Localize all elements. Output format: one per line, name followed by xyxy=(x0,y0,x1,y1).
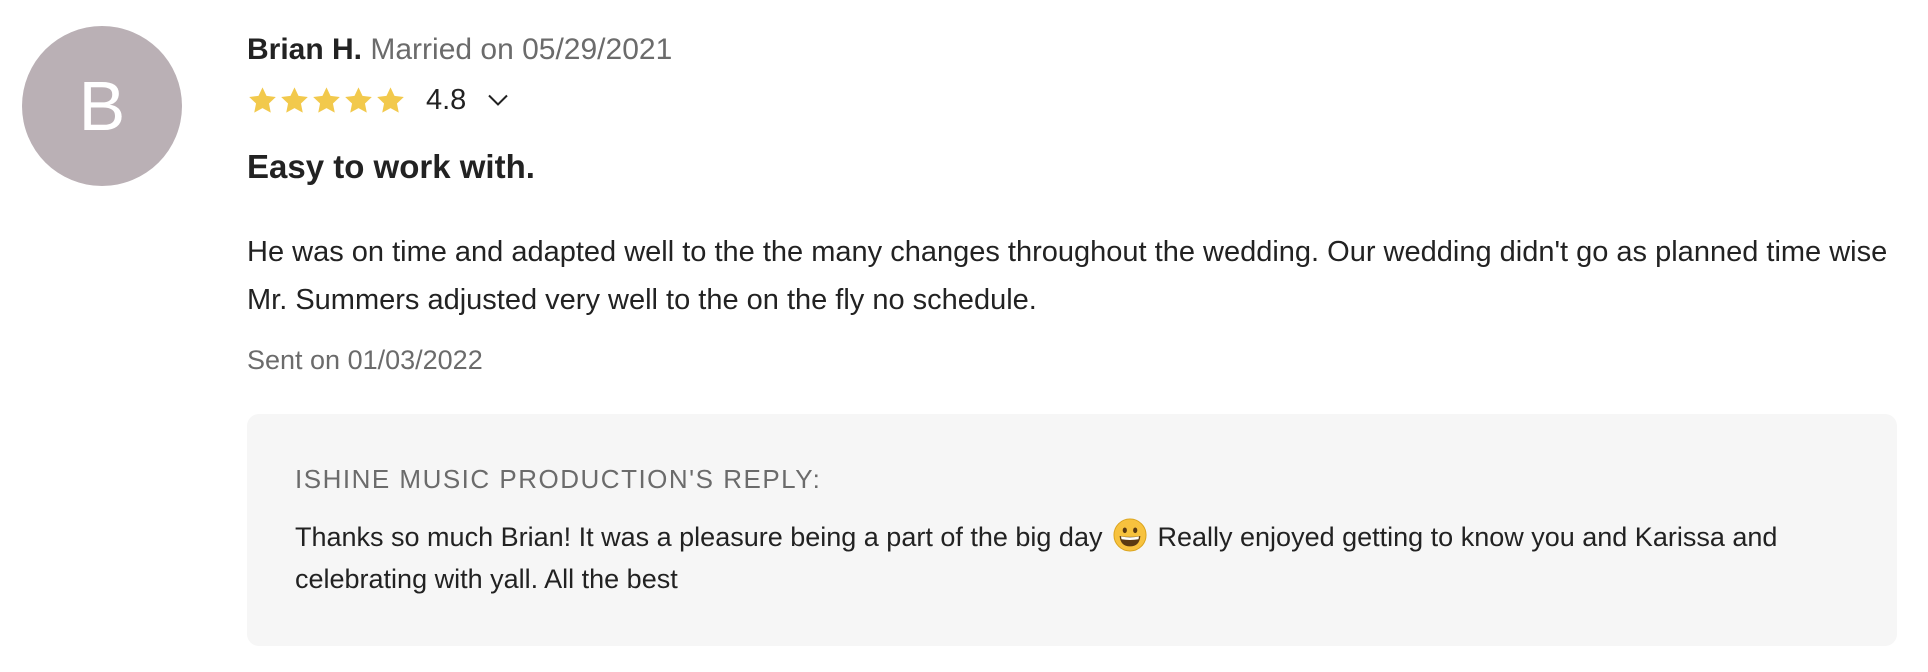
star-icon xyxy=(281,86,308,113)
star-icon xyxy=(313,86,340,113)
review-header: Brian H. Married on 05/29/2021 xyxy=(247,32,672,68)
sent-date: Sent on 01/03/2022 xyxy=(247,345,483,375)
reviewer-name: Brian H. xyxy=(247,33,363,66)
review-body: He was on time and adapted well to the t… xyxy=(247,236,1888,316)
star-rating xyxy=(247,85,407,116)
review-title: Easy to work with. xyxy=(247,148,535,185)
rating-row: 4.8 xyxy=(247,82,510,118)
reply-heading: ISHINE MUSIC PRODUCTION'S REPLY: xyxy=(295,464,822,494)
reply-text-start: Thanks so much Brian! It was a pleasure … xyxy=(295,522,1103,552)
star-icon xyxy=(249,86,276,113)
star-icon xyxy=(377,86,404,113)
vendor-reply: ISHINE MUSIC PRODUCTION'S REPLY: Thanks … xyxy=(247,414,1897,646)
avatar: B xyxy=(22,26,182,186)
star-icon xyxy=(345,86,372,113)
grinning-face-emoji-icon xyxy=(1113,518,1147,552)
chevron-down-icon[interactable] xyxy=(486,88,510,112)
avatar-initial: B xyxy=(78,67,126,145)
rating-value: 4.8 xyxy=(426,83,467,116)
reply-text: Thanks so much Brian! It was a pleasure … xyxy=(295,516,1855,600)
married-date: Married on 05/29/2021 xyxy=(370,33,673,66)
